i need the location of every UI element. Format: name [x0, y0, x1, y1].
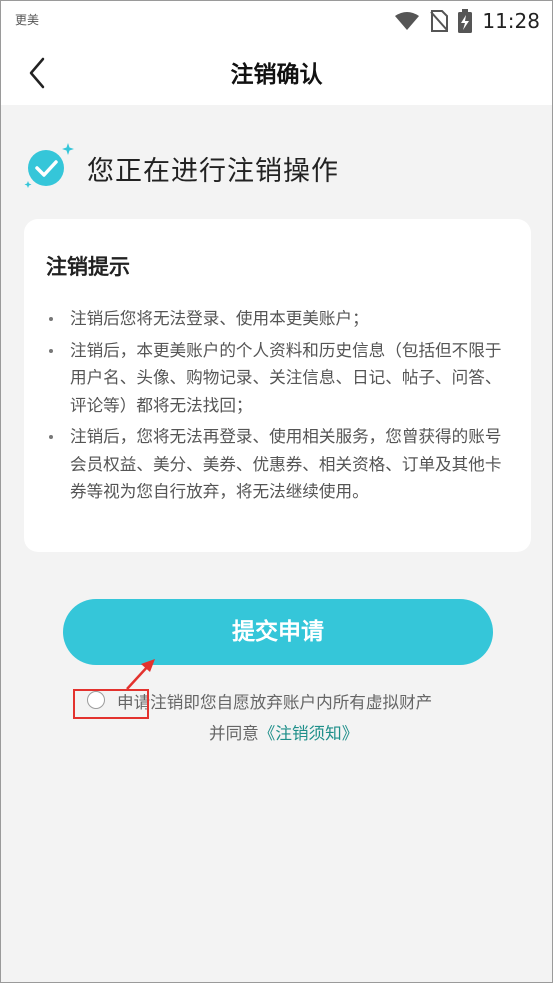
- app-frame: 更美 11:28 注销确认 您正在进行注销操作 注销提示 注销后您将无法登录、使…: [0, 0, 553, 983]
- bullet-dot: [49, 435, 53, 439]
- annotation-arrow-icon: [126, 659, 155, 690]
- heading-row: 您正在进行注销操作: [23, 141, 523, 193]
- agreement-line-2: 并同意《注销须知》: [209, 720, 358, 744]
- agreement-prefix: 并同意: [209, 724, 259, 743]
- status-icons: 11:28: [394, 7, 540, 35]
- list-item-text: 注销后您将无法登录、使用本更美账户；: [70, 309, 369, 328]
- nav-bar: 注销确认: [1, 41, 552, 105]
- bullet-dot: [49, 317, 53, 321]
- no-sim-icon: [430, 10, 449, 32]
- heading-text: 您正在进行注销操作: [87, 156, 339, 187]
- status-bar: 更美 11:28: [1, 1, 552, 41]
- bullet-dot: [49, 348, 53, 353]
- list-item: 注销后，您将无法再登录、使用相关服务，您曾获得的账号会员权益、美分、美券、优惠券…: [46, 423, 516, 506]
- list-item: 注销后您将无法登录、使用本更美账户；: [46, 305, 516, 333]
- page-title: 注销确认: [230, 62, 323, 88]
- status-app-name: 更美: [15, 13, 40, 27]
- notice-list: 注销后您将无法登录、使用本更美账户； 注销后，本更美账户的个人资料和历史信息（包…: [46, 305, 516, 510]
- list-item-text: 注销后，本更美账户的个人资料和历史信息（包括但不限于用户名、头像、购物记录、关注…: [70, 340, 502, 415]
- wifi-icon: [395, 12, 420, 30]
- check-circle-icon: [23, 141, 81, 193]
- battery-charging-icon: [458, 9, 473, 33]
- cancellation-notice-link[interactable]: 《注销须知》: [259, 724, 359, 743]
- status-time: 11:28: [482, 9, 540, 33]
- agreement-text: 申请注销即您自愿放弃账户内所有虚拟财产: [117, 693, 433, 712]
- card-title: 注销提示: [46, 255, 130, 279]
- notice-card: 注销提示 注销后您将无法登录、使用本更美账户； 注销后，本更美账户的个人资料和历…: [24, 219, 531, 552]
- list-item: 注销后，本更美账户的个人资料和历史信息（包括但不限于用户名、头像、购物记录、关注…: [46, 337, 516, 420]
- list-item-text: 注销后，您将无法再登录、使用相关服务，您曾获得的账号会员权益、美分、美券、优惠券…: [70, 427, 502, 501]
